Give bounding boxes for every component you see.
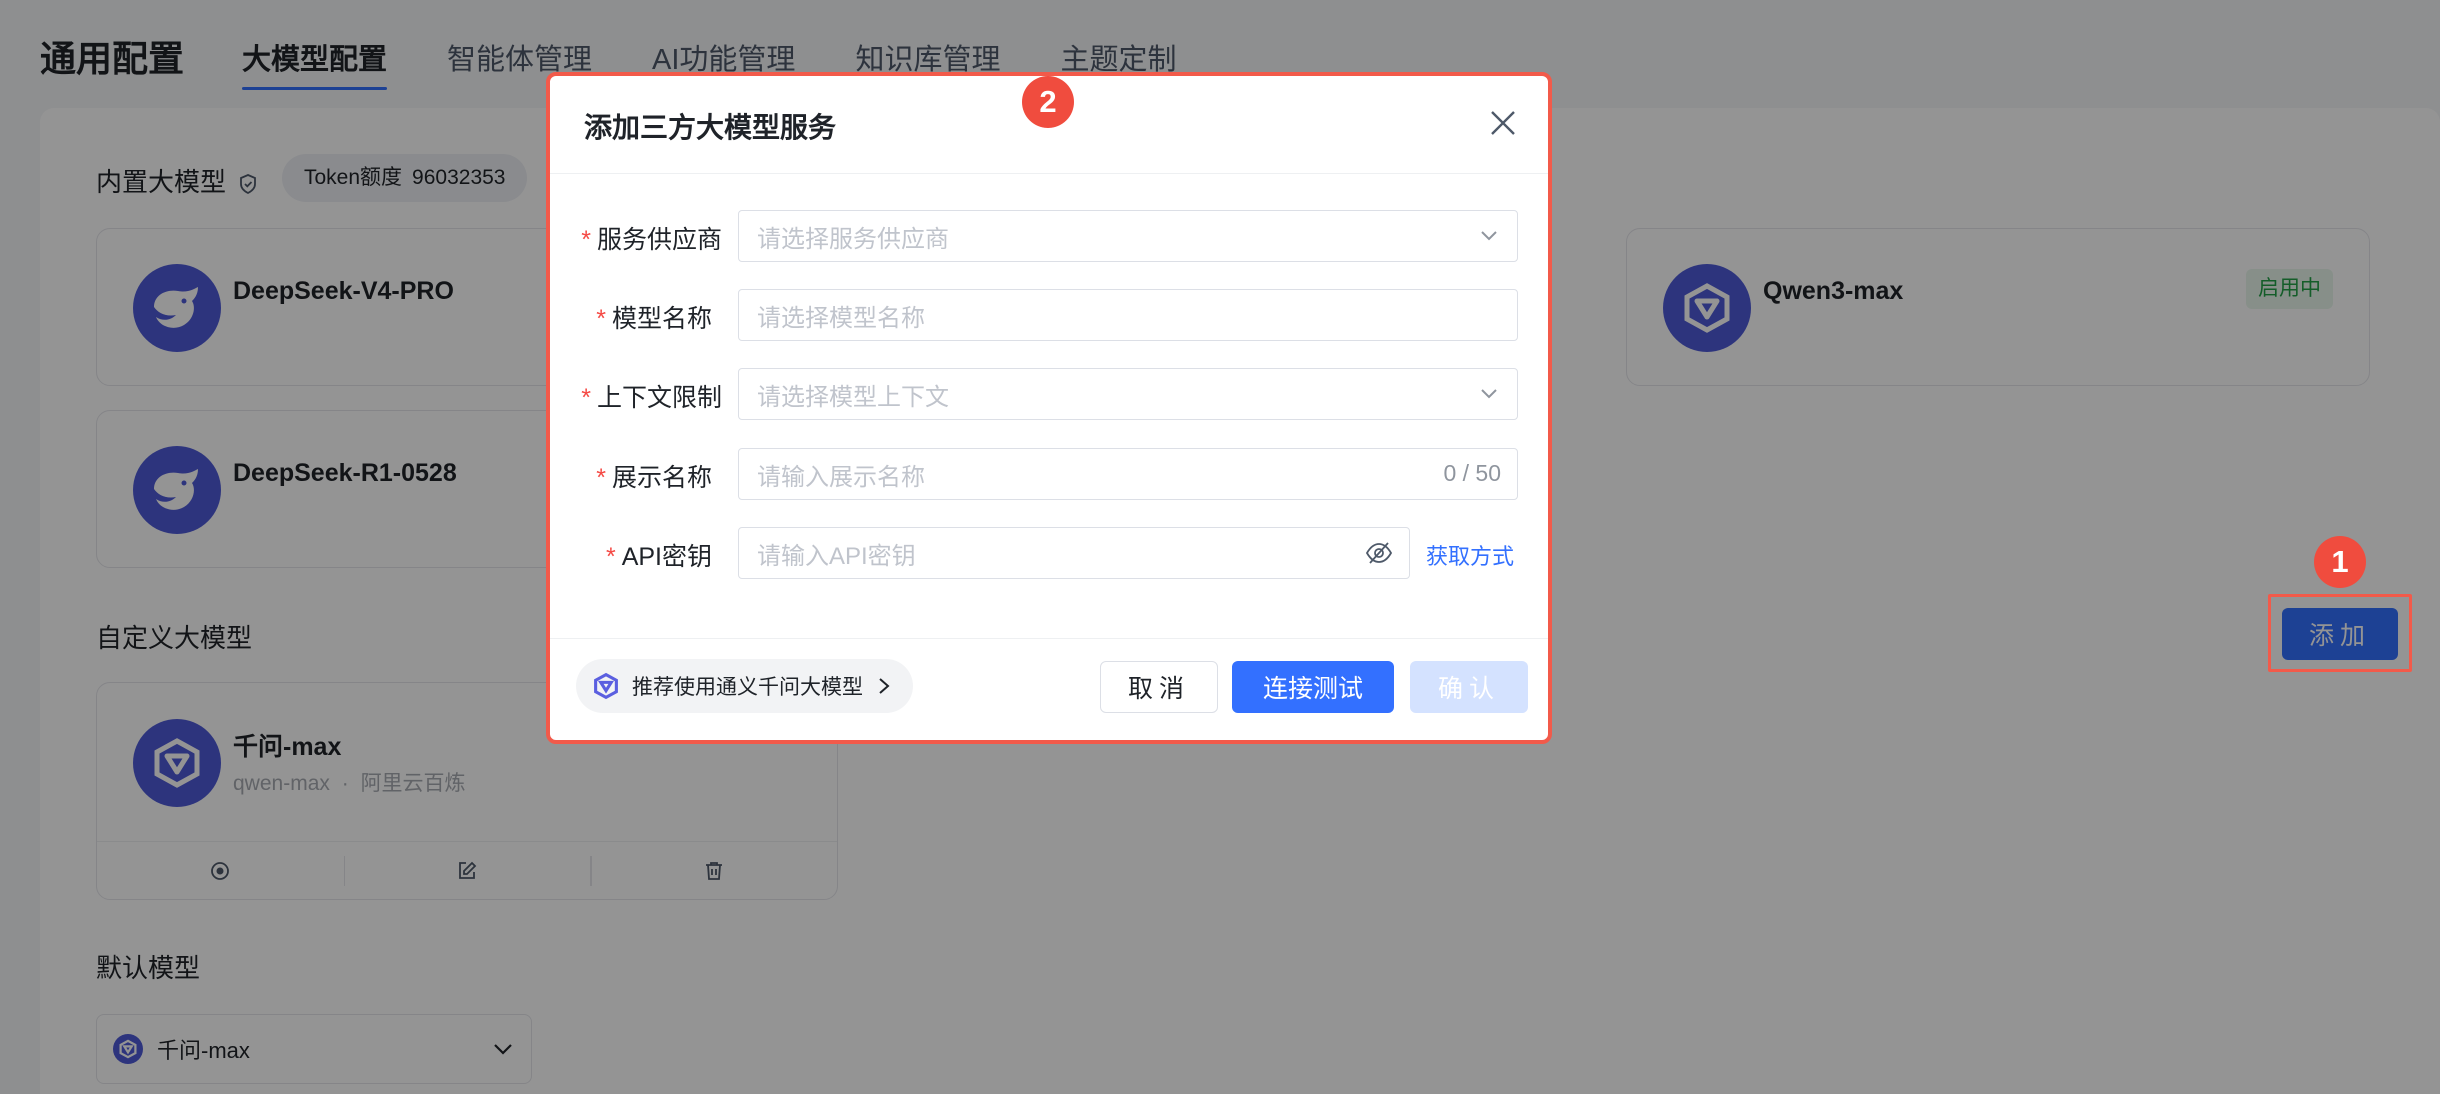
provider-select[interactable]: 请选择服务供应商 bbox=[738, 210, 1518, 262]
qwen-icon bbox=[594, 672, 618, 700]
display-name-input[interactable]: 请输入展示名称 0 / 50 bbox=[738, 448, 1518, 500]
provider-placeholder: 请选择服务供应商 bbox=[757, 225, 949, 253]
context-label: * 上下文限制 bbox=[581, 384, 722, 412]
chevron-down-icon bbox=[1481, 389, 1497, 399]
api-key-row: * API密钥 请输入API密钥 获取方式 bbox=[550, 527, 1548, 579]
context-select[interactable]: 请选择模型上下文 bbox=[738, 368, 1518, 420]
add-model-dialog: 添加三方大模型服务 * 服务供应商 请选择服务供应商 * 模型名称 请选择模型名称 … bbox=[546, 72, 1552, 744]
context-row: * 上下文限制 请选择模型上下文 bbox=[550, 368, 1548, 420]
annotation-step-2: 2 bbox=[1022, 76, 1074, 128]
api-key-input[interactable]: 请输入API密钥 bbox=[738, 527, 1410, 579]
model-name-select[interactable]: 请选择模型名称 bbox=[738, 289, 1518, 341]
recommend-qwen-chip[interactable]: 推荐使用通义千问大模型 bbox=[576, 659, 913, 713]
model-name-placeholder: 请选择模型名称 bbox=[757, 304, 925, 332]
api-key-label: * API密钥 bbox=[605, 543, 712, 571]
chevron-right-icon bbox=[879, 678, 890, 694]
context-placeholder: 请选择模型上下文 bbox=[757, 383, 949, 411]
api-key-placeholder: 请输入API密钥 bbox=[757, 542, 916, 570]
display-name-row: * 展示名称 请输入展示名称 0 / 50 bbox=[550, 448, 1548, 500]
get-api-key-link[interactable]: 获取方式 bbox=[1426, 539, 1514, 571]
provider-label: * 服务供应商 bbox=[581, 226, 722, 254]
eye-off-icon[interactable] bbox=[1365, 540, 1393, 566]
provider-row: * 服务供应商 请选择服务供应商 bbox=[550, 210, 1548, 262]
dialog-footer: 推荐使用通义千问大模型 取消 连接测试 确认 bbox=[550, 638, 1548, 740]
display-name-placeholder: 请输入展示名称 bbox=[757, 463, 925, 491]
dialog-title: 添加三方大模型服务 bbox=[584, 112, 837, 143]
annotation-box-1 bbox=[2268, 594, 2412, 672]
model-name-label: * 模型名称 bbox=[596, 305, 712, 333]
display-name-label: * 展示名称 bbox=[596, 464, 712, 492]
recommend-text: 推荐使用通义千问大模型 bbox=[632, 676, 863, 699]
confirm-button[interactable]: 确认 bbox=[1410, 661, 1528, 713]
model-name-row: * 模型名称 请选择模型名称 bbox=[550, 289, 1548, 341]
close-icon[interactable] bbox=[1488, 108, 1518, 138]
chevron-down-icon bbox=[1481, 231, 1497, 241]
char-counter: 0 / 50 bbox=[1443, 460, 1501, 486]
connection-test-button[interactable]: 连接测试 bbox=[1232, 661, 1394, 713]
annotation-step-1: 1 bbox=[2314, 536, 2366, 588]
cancel-button[interactable]: 取消 bbox=[1100, 661, 1218, 713]
